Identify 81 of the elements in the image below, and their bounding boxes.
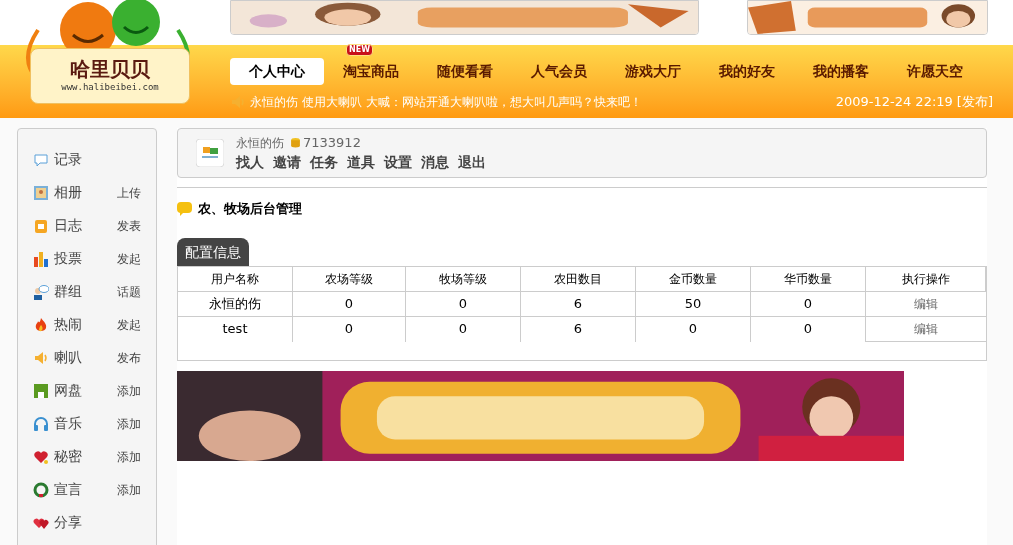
sidebar-link[interactable]: 相册: [54, 182, 82, 203]
table-cell: 永恒的伤: [178, 291, 293, 317]
table-cell: 0: [406, 316, 521, 342]
sidebar-link[interactable]: 记录: [54, 149, 82, 170]
sidebar-link[interactable]: 分享: [54, 512, 82, 533]
sidebar-action[interactable]: 添加: [117, 480, 141, 499]
user-link[interactable]: 任务: [310, 152, 338, 174]
sidebar-action[interactable]: 发起: [117, 249, 141, 268]
user-link[interactable]: 邀请: [273, 152, 301, 174]
user-name: 永恒的伤: [236, 134, 284, 152]
table-cell: 0: [293, 291, 406, 317]
table-cell: test: [178, 316, 293, 342]
avatar-icon: [196, 139, 224, 167]
table-cell: 0: [751, 316, 866, 342]
edit-link[interactable]: 编辑: [866, 316, 986, 342]
logo-url: www.halibeibei.com: [61, 81, 159, 95]
sidebar-action[interactable]: 发表: [117, 216, 141, 235]
coin-count: 7133912: [303, 133, 361, 152]
column-header: 农场等级: [293, 266, 406, 292]
notepad-icon: [33, 217, 49, 234]
speaker-icon: [33, 349, 49, 366]
column-header: 执行操作: [866, 266, 986, 292]
nav-tab[interactable]: 随便看看: [425, 57, 505, 85]
headphones-icon: [33, 415, 49, 432]
heart-icon: [33, 448, 49, 465]
table-cell: 0: [406, 291, 521, 317]
column-header: 用户名称: [178, 266, 293, 292]
sidebar-link[interactable]: 热闹: [54, 314, 82, 335]
coins-icon: [290, 137, 301, 148]
picture-frame-icon: [33, 184, 49, 201]
sidebar-link[interactable]: 群组: [54, 281, 82, 302]
sidebar-action[interactable]: 添加: [117, 414, 141, 433]
bar-chart-icon: [33, 250, 49, 267]
column-header: 农田数目: [521, 266, 636, 292]
sidebar-action[interactable]: 发起: [117, 315, 141, 334]
logo-name: 哈里贝贝: [70, 57, 150, 82]
speaker-icon: [230, 94, 246, 110]
sidebar-link[interactable]: 投票: [54, 248, 82, 269]
sidebar-link[interactable]: 喇叭: [54, 347, 82, 368]
sidebar-action[interactable]: 话题: [117, 282, 141, 301]
sidebar-link[interactable]: 音乐: [54, 413, 82, 434]
sidebar-link[interactable]: 秘密: [54, 446, 82, 467]
sidebar-link[interactable]: 日志: [54, 215, 82, 236]
table-cell: 0: [636, 316, 751, 342]
column-header: 牧场等级: [406, 266, 521, 292]
user-link[interactable]: 道具: [347, 152, 375, 174]
config-tab[interactable]: 配置信息: [177, 237, 249, 266]
section-title: 农、牧场后台管理: [198, 200, 302, 218]
new-badge: NEW: [346, 43, 373, 56]
nav-tab[interactable]: 我的播客: [801, 57, 881, 85]
table-cell: 50: [636, 291, 751, 317]
speech-bubble-icon: [33, 151, 49, 168]
table-cell: 6: [521, 291, 636, 317]
sidebar-link[interactable]: 宣言: [54, 479, 82, 500]
sidebar-action[interactable]: 添加: [117, 447, 141, 466]
edit-link[interactable]: 编辑: [866, 291, 986, 317]
broadcast-message: 使用大喇叭 大喊：网站开通大喇叭啦，想大叫几声吗？快来吧！: [302, 94, 642, 111]
broadcast-time: 2009-12-24 22:19: [835, 93, 953, 112]
nav-tab[interactable]: 个人中心: [230, 57, 324, 85]
sidebar-action[interactable]: 上传: [117, 183, 141, 202]
user-link[interactable]: 退出: [458, 152, 486, 174]
user-link[interactable]: 设置: [384, 152, 412, 174]
sidebar-action[interactable]: 添加: [117, 381, 141, 400]
nav-tab[interactable]: 许愿天空: [895, 57, 975, 85]
nav-tab[interactable]: 游戏大厅: [613, 57, 693, 85]
column-header: 金币数量: [636, 266, 751, 292]
sidebar-action[interactable]: 发布: [117, 348, 141, 367]
table-cell: 0: [293, 316, 406, 342]
nav-tab[interactable]: 我的好友: [707, 57, 787, 85]
sidebar-link[interactable]: 网盘: [54, 380, 82, 401]
table-cell: 0: [751, 291, 866, 317]
table-cell: 6: [521, 316, 636, 342]
person-bubble-icon: [33, 283, 49, 300]
column-header: 华币数量: [751, 266, 866, 292]
nav-tab[interactable]: 人气会员: [519, 57, 599, 85]
user-link[interactable]: 找人: [236, 152, 264, 174]
speech-bubble-icon: [177, 201, 192, 216]
flame-icon: [33, 316, 49, 333]
user-link[interactable]: 消息: [421, 152, 449, 174]
wreath-icon: [33, 481, 49, 498]
nav-tab[interactable]: 淘宝商品: [331, 57, 411, 85]
